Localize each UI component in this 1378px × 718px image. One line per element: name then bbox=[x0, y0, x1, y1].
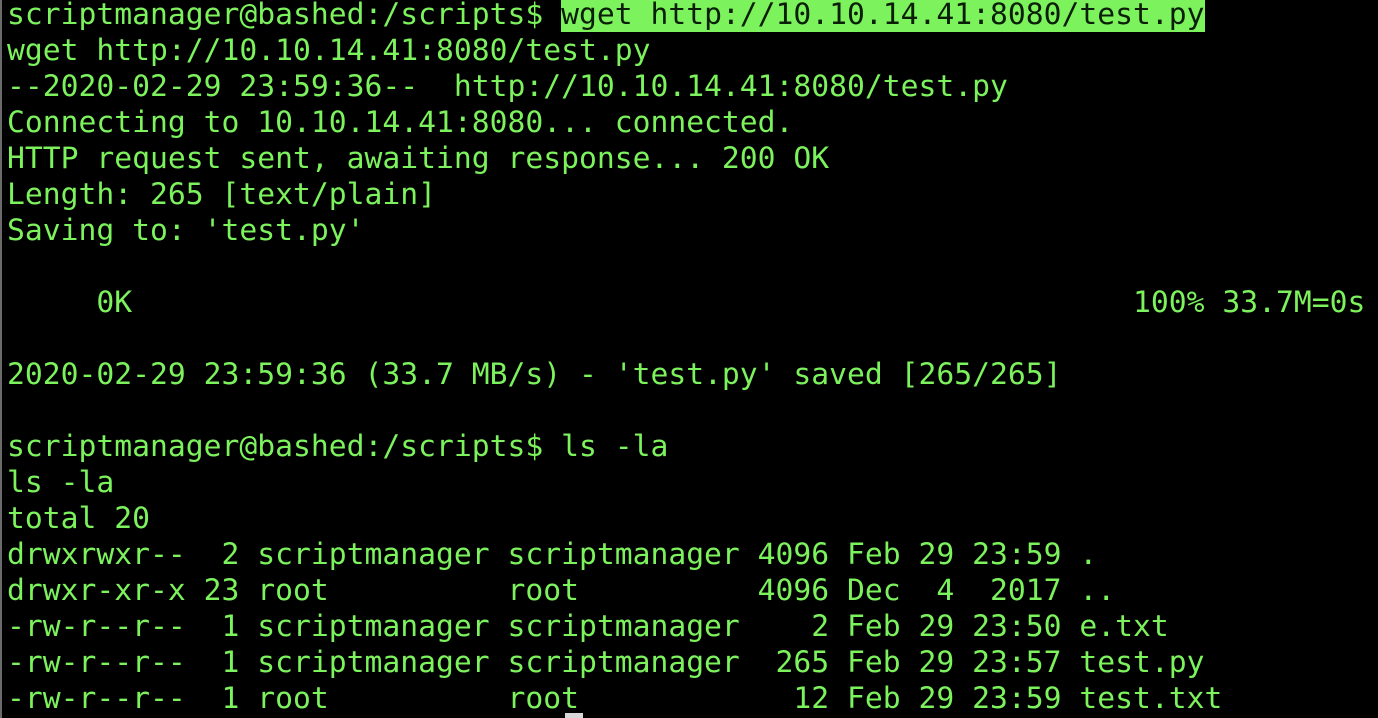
terminal-output: scriptmanager@bashed:/scripts$ wget http… bbox=[7, 0, 1378, 717]
download-progress-line: 0K 100% 33.7M=0s bbox=[7, 285, 1366, 320]
command-line-ls: scriptmanager@bashed:/scripts$ ls -la bbox=[7, 429, 1378, 465]
directory-listing-row: -rw-r--r-- 1 scriptmanager scriptmanager… bbox=[7, 609, 1169, 644]
output-line: Saving to: 'test.py' bbox=[7, 213, 365, 248]
directory-listing-row: drwxr-xr-x 23 root root 4096 Dec 4 2017 … bbox=[7, 573, 1116, 608]
selected-command-text[interactable]: wget http://10.10.14.41:8080/test.py bbox=[561, 0, 1205, 32]
output-line: 2020-02-29 23:59:36 (33.7 MB/s) - 'test.… bbox=[7, 357, 1062, 392]
command-line-wget: scriptmanager@bashed:/scripts$ wget http… bbox=[7, 0, 1378, 33]
shell-prompt: scriptmanager@bashed:/scripts$ bbox=[7, 429, 562, 464]
output-line: Connecting to 10.10.14.41:8080... connec… bbox=[7, 105, 794, 140]
terminal-window[interactable]: scriptmanager@bashed:/scripts$ wget http… bbox=[0, 0, 1378, 718]
output-line: --2020-02-29 23:59:36-- http://10.10.14.… bbox=[7, 69, 1008, 104]
directory-listing-row: -rw-r--r-- 1 root root 12 Feb 29 23:59 t… bbox=[7, 681, 1223, 716]
command-text: ls -la bbox=[561, 429, 669, 464]
text-cursor bbox=[565, 713, 583, 718]
output-line: total 20 bbox=[7, 501, 150, 536]
directory-listing-row: drwxrwxr-- 2 scriptmanager scriptmanager… bbox=[7, 537, 1098, 572]
shell-prompt: scriptmanager@bashed:/scripts$ bbox=[7, 0, 562, 32]
command-echo: wget http://10.10.14.41:8080/test.py bbox=[7, 33, 651, 68]
output-line: Length: 265 [text/plain] bbox=[7, 177, 436, 212]
output-line: HTTP request sent, awaiting response... … bbox=[7, 141, 830, 176]
command-echo: ls -la bbox=[7, 465, 115, 500]
directory-listing-row: -rw-r--r-- 1 scriptmanager scriptmanager… bbox=[7, 645, 1205, 680]
